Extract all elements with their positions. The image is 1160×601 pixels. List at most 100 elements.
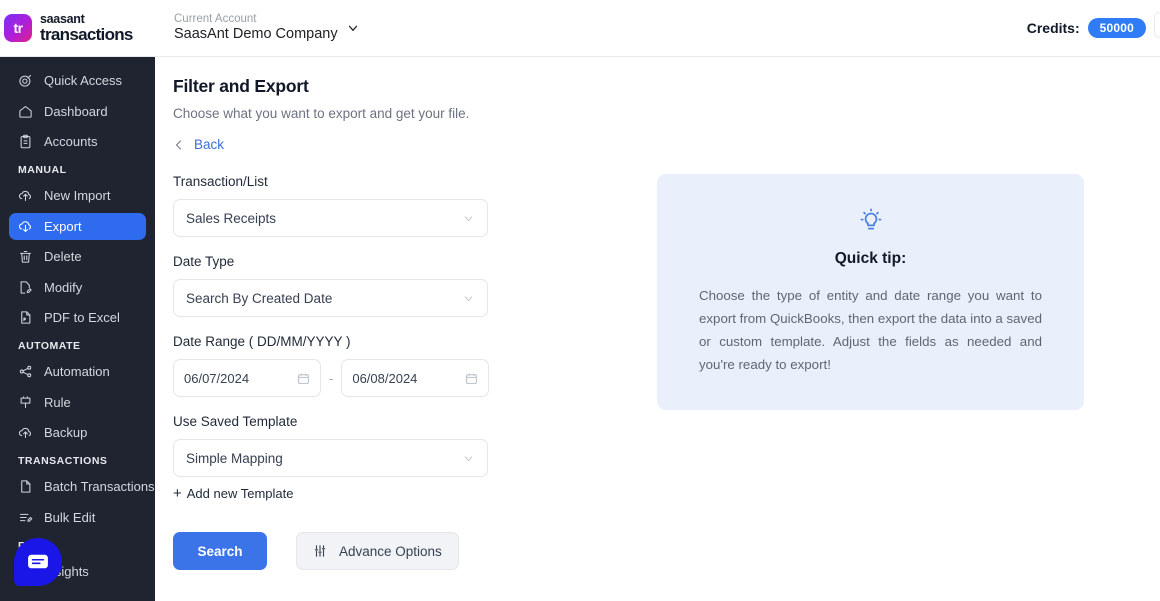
account-switcher[interactable]: Current Account SaasAnt Demo Company <box>174 13 360 43</box>
calendar-icon <box>466 373 478 384</box>
sidebar-item-delete[interactable]: Delete <box>9 243 146 270</box>
transaction-list-label: Transaction/List <box>173 174 268 189</box>
sidebar-item-label: Export <box>44 218 82 234</box>
credits-display: Credits: 50000 <box>1027 18 1160 38</box>
page-subtitle: Choose what you want to export and get y… <box>173 106 470 121</box>
action-buttons: Search Advance Options <box>173 532 493 570</box>
rule-flag-icon <box>20 395 31 408</box>
sidebar-item-rule[interactable]: Rule <box>9 389 146 416</box>
chevron-down-icon <box>464 455 473 461</box>
sidebar-item-label: Batch Transactions <box>44 479 155 494</box>
date-to-value: 06/08/2024 <box>352 370 418 386</box>
search-button[interactable]: Search <box>173 532 267 570</box>
document-icon <box>21 480 31 493</box>
app-root: tr saasant transactions Current Account … <box>0 0 1160 601</box>
home-icon <box>19 105 32 118</box>
quick-tip-title: Quick tip: <box>834 250 907 267</box>
chevron-down-icon <box>464 215 473 221</box>
pdf-file-icon <box>21 311 31 324</box>
advance-options-label: Advance Options <box>339 543 442 559</box>
transaction-list-select[interactable]: Sales Receipts <box>173 199 488 237</box>
field-transaction-list: Transaction/List Sales Receipts <box>173 174 493 237</box>
clipboard-icon <box>20 134 31 149</box>
upload-cloud-icon <box>18 190 31 202</box>
page-title: Filter and Export <box>173 76 309 96</box>
sidebar-item-new-import[interactable]: New Import <box>9 182 146 209</box>
sidebar-item-label: PDF to Excel <box>44 310 120 325</box>
sidebar-item-batch-transactions[interactable]: Batch Transactions <box>9 473 155 500</box>
main-content: Filter and Export Choose what you want t… <box>155 57 1160 601</box>
right-edge-panel <box>1154 12 1160 38</box>
list-edit-icon <box>19 513 33 522</box>
sidebar-item-label: New Import <box>44 188 111 203</box>
sidebar-section-automate: AUTOMATE <box>18 340 81 352</box>
advance-options-button[interactable]: Advance Options <box>296 532 459 570</box>
field-saved-template: Use Saved Template Simple Mapping + Add … <box>173 414 493 501</box>
sidebar-item-label: Rule <box>44 394 71 410</box>
brand-name-top: saasant <box>40 11 85 26</box>
sidebar-item-label: Modify <box>44 279 83 295</box>
sidebar-item-label: Quick Access <box>44 73 123 88</box>
sidebar-item-label: Dashboard <box>44 103 108 119</box>
target-icon <box>19 74 32 87</box>
sidebar-section-manual: MANUAL <box>18 164 67 176</box>
sidebar-item-export[interactable]: Export <box>9 212 146 240</box>
date-type-select[interactable]: Search By Created Date <box>173 279 488 317</box>
tip-column: Quick tip: Choose the type of entity and… <box>493 174 1136 570</box>
sliders-icon <box>314 545 326 557</box>
add-new-template-link[interactable]: + Add new Template <box>173 486 493 501</box>
file-edit-icon <box>20 280 32 294</box>
account-text: Current Account SaasAnt Demo Company <box>174 13 338 43</box>
date-to-input[interactable]: 06/08/2024 <box>341 359 490 397</box>
date-range-label: Date Range ( DD/MM/YYYY ) <box>173 334 351 349</box>
date-from-input[interactable]: 06/07/2024 <box>173 359 321 397</box>
sidebar-item-modify[interactable]: Modify <box>9 274 146 301</box>
account-name: SaasAnt Demo Company <box>174 26 338 43</box>
field-date-type: Date Type Search By Created Date <box>173 254 493 317</box>
download-cloud-icon <box>18 220 31 232</box>
trash-icon <box>19 250 32 263</box>
field-date-range: Date Range ( DD/MM/YYYY ) 06/07/2024 - 0… <box>173 334 493 397</box>
plus-icon: + <box>173 485 182 502</box>
quick-tip-card: Quick tip: Choose the type of entity and… <box>657 174 1084 410</box>
backup-cloud-icon <box>18 427 31 439</box>
date-range-row: 06/07/2024 - 06/08/2024 <box>173 359 493 397</box>
sidebar-item-label: Automation <box>44 364 110 379</box>
chevron-left-icon <box>176 140 181 149</box>
calendar-icon <box>298 373 309 384</box>
saved-template-value: Simple Mapping <box>186 450 283 466</box>
credits-badge[interactable]: 50000 <box>1087 18 1146 38</box>
content-columns: Transaction/List Sales Receipts Date Typ… <box>173 174 1136 570</box>
top-bar: tr saasant transactions Current Account … <box>0 0 1160 57</box>
body: Quick Access Dashboard Accounts MANUAL N… <box>0 57 1160 601</box>
credits-label: Credits: <box>1026 20 1080 36</box>
date-type-value: Search By Created Date <box>186 290 333 306</box>
transaction-list-value: Sales Receipts <box>186 210 277 226</box>
saved-template-select[interactable]: Simple Mapping <box>173 439 488 477</box>
chat-launcher-button[interactable] <box>14 538 62 586</box>
sidebar-item-quick-access[interactable]: Quick Access <box>9 67 146 94</box>
sidebar-section-transactions: TRANSACTIONS <box>18 455 108 467</box>
sidebar-item-dashboard[interactable]: Dashboard <box>9 98 146 125</box>
date-type-label: Date Type <box>173 254 235 269</box>
sidebar-item-accounts[interactable]: Accounts <box>9 128 146 155</box>
sidebar-item-label: Backup <box>44 425 88 440</box>
sidebar: Quick Access Dashboard Accounts MANUAL N… <box>0 57 155 601</box>
chevron-down-icon <box>348 25 357 31</box>
back-link[interactable]: Back <box>173 137 1136 152</box>
date-from-value: 06/07/2024 <box>184 370 250 386</box>
lightbulb-icon <box>860 208 881 230</box>
quick-tip-body: Choose the type of entity and date range… <box>699 288 1042 372</box>
brand-name-bottom: transactions <box>40 25 133 45</box>
account-label: Current Account <box>174 13 257 26</box>
sidebar-item-label: Accounts <box>44 134 98 149</box>
share-nodes-icon <box>19 365 32 378</box>
brand-logo[interactable]: tr saasant transactions <box>0 11 155 45</box>
sidebar-item-backup[interactable]: Backup <box>9 419 146 446</box>
sidebar-item-pdf-to-excel[interactable]: PDF to Excel <box>9 304 146 331</box>
sidebar-item-bulk-edit[interactable]: Bulk Edit <box>9 504 146 531</box>
sidebar-item-automation[interactable]: Automation <box>9 358 146 385</box>
sidebar-item-label: Delete <box>44 249 82 264</box>
chat-bubble-icon <box>28 554 48 569</box>
export-form: Transaction/List Sales Receipts Date Typ… <box>173 174 493 570</box>
